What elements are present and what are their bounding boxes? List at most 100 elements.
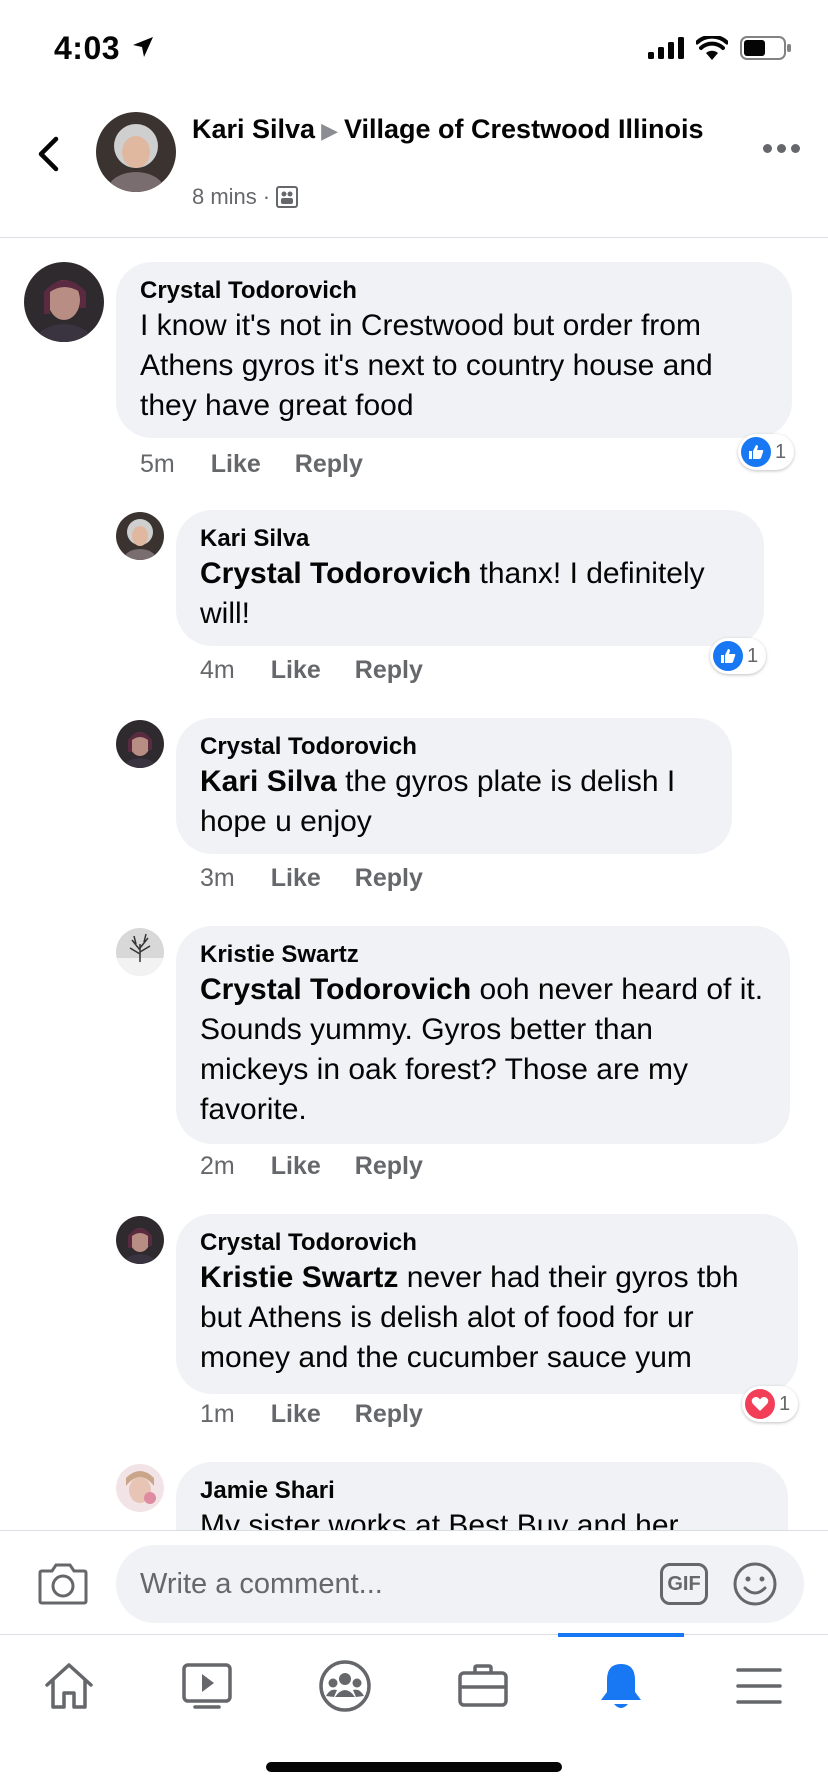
post-time[interactable]: 8 mins xyxy=(192,184,257,210)
reaction-badge[interactable]: 1 xyxy=(738,434,795,470)
comment-bubble[interactable]: Crystal Todorovich Kristie Swartz never … xyxy=(176,1214,798,1394)
author-avatar[interactable] xyxy=(96,112,176,192)
emoji-button[interactable] xyxy=(732,1561,778,1612)
reply-button[interactable]: Reply xyxy=(355,656,423,685)
like-button[interactable]: Like xyxy=(271,1400,321,1429)
reaction-count: 1 xyxy=(775,440,787,463)
emoji-icon xyxy=(733,1562,777,1606)
reply-button[interactable]: Reply xyxy=(355,864,423,893)
like-reaction-icon xyxy=(713,641,743,671)
comment-bubble[interactable]: Jamie Shari My sister works at Best Buy … xyxy=(176,1462,788,1530)
watch-icon xyxy=(182,1663,232,1709)
back-button[interactable] xyxy=(28,130,68,178)
comment-time[interactable]: 1m xyxy=(200,1400,235,1429)
cellular-signal-icon xyxy=(648,37,684,59)
reaction-count: 1 xyxy=(779,1392,791,1415)
camera-icon xyxy=(38,1563,88,1605)
tab-home[interactable] xyxy=(24,1651,114,1721)
commenter-name[interactable]: Kristie Swartz xyxy=(200,940,766,970)
like-reaction-icon xyxy=(741,437,771,467)
reaction-count: 1 xyxy=(747,644,759,667)
comment-time[interactable]: 5m xyxy=(140,450,175,479)
comment-time[interactable]: 2m xyxy=(200,1152,235,1181)
like-button[interactable]: Like xyxy=(271,864,321,893)
comment-text: Crystal Todorovich thanx! I definitely w… xyxy=(200,557,705,630)
status-icons xyxy=(648,36,792,60)
tab-groups[interactable] xyxy=(300,1651,390,1721)
comment-bubble[interactable]: Crystal Todorovich I know it's not in Cr… xyxy=(116,262,792,438)
commenter-avatar[interactable] xyxy=(116,1216,164,1264)
like-button[interactable]: Like xyxy=(271,656,321,685)
notifications-icon xyxy=(601,1664,641,1708)
post-meta: 8 mins · xyxy=(192,184,299,210)
comment-bubble[interactable]: Kari Silva Crystal Todorovich thanx! I d… xyxy=(176,510,764,646)
reply-button[interactable]: Reply xyxy=(355,1400,423,1429)
menu-icon xyxy=(736,1668,782,1704)
mention-link[interactable]: Crystal Todorovich xyxy=(200,973,471,1006)
post-title: Kari Silva ▶ Village of Crestwood Illinois xyxy=(192,112,712,148)
commenter-avatar[interactable] xyxy=(116,928,164,976)
comment-text: My sister works at Best Buy and her xyxy=(200,1509,679,1530)
more-options-button[interactable] xyxy=(763,144,800,153)
more-dot xyxy=(791,144,800,153)
comment-time[interactable]: 3m xyxy=(200,864,235,893)
wifi-icon xyxy=(696,36,728,60)
shared-to-arrow-icon: ▶ xyxy=(321,118,338,143)
comment-text: Crystal Todorovich ooh never heard of it… xyxy=(200,973,764,1126)
comment-text: I know it's not in Crestwood but order f… xyxy=(140,309,713,422)
tab-watch[interactable] xyxy=(162,1651,252,1721)
group-members-icon xyxy=(276,186,299,208)
commenter-avatar[interactable] xyxy=(116,1464,164,1512)
tab-notifications[interactable] xyxy=(576,1651,666,1721)
reply-button[interactable]: Reply xyxy=(295,450,363,479)
comment-composer: Write a comment... GIF xyxy=(0,1530,828,1634)
post-header: Kari Silva ▶ Village of Crestwood Illinois… xyxy=(0,100,828,238)
comments-list[interactable]: Crystal Todorovich I know it's not in Cr… xyxy=(0,238,828,1530)
like-button[interactable]: Like xyxy=(271,1152,321,1181)
more-dot xyxy=(777,144,786,153)
comment-actions: 5m Like Reply xyxy=(140,450,397,479)
commenter-name[interactable]: Crystal Todorovich xyxy=(200,732,708,762)
commenter-name[interactable]: Jamie Shari xyxy=(200,1476,764,1506)
bottom-tab-bar xyxy=(0,1633,828,1792)
comment-text: Kristie Swartz never had their gyros tbh… xyxy=(200,1261,739,1374)
comment-actions: 2m Like Reply xyxy=(200,1152,457,1181)
reaction-badge[interactable]: 1 xyxy=(742,1386,799,1422)
comment-actions: 3m Like Reply xyxy=(200,864,457,893)
meta-separator: · xyxy=(262,184,271,209)
camera-button[interactable] xyxy=(38,1561,88,1610)
mention-link[interactable]: Kristie Swartz xyxy=(200,1261,398,1294)
gif-button[interactable]: GIF xyxy=(660,1563,708,1605)
reply-button[interactable]: Reply xyxy=(355,1152,423,1181)
commenter-name[interactable]: Crystal Todorovich xyxy=(140,276,768,306)
commenter-avatar[interactable] xyxy=(24,262,104,342)
status-time: 4:03 xyxy=(54,30,121,66)
group-name[interactable]: Village of Crestwood Illinois xyxy=(344,114,704,144)
like-button[interactable]: Like xyxy=(211,450,261,479)
comment-bubble[interactable]: Crystal Todorovich Kari Silva the gyros … xyxy=(176,718,732,854)
reaction-badge[interactable]: 1 xyxy=(710,638,767,674)
tab-marketplace[interactable] xyxy=(438,1651,528,1721)
comment-time[interactable]: 4m xyxy=(200,656,235,685)
status-bar: 4:03 xyxy=(0,0,828,100)
commenter-name[interactable]: Crystal Todorovich xyxy=(200,1228,774,1258)
comment-bubble[interactable]: Kristie Swartz Crystal Todorovich ooh ne… xyxy=(176,926,790,1144)
location-arrow-icon xyxy=(133,37,153,57)
tab-menu[interactable] xyxy=(714,1651,804,1721)
mention-link[interactable]: Kari Silva xyxy=(200,765,337,798)
comment-actions: 1m Like Reply xyxy=(200,1400,457,1429)
commenter-name[interactable]: Kari Silva xyxy=(200,524,740,554)
more-dot xyxy=(763,144,772,153)
home-indicator[interactable] xyxy=(266,1762,562,1772)
battery-icon xyxy=(740,36,791,60)
comment-actions: 4m Like Reply xyxy=(200,656,457,685)
comment-text: Kari Silva the gyros plate is delish I h… xyxy=(200,765,676,838)
commenter-avatar[interactable] xyxy=(116,720,164,768)
mention-link[interactable]: Crystal Todorovich xyxy=(200,557,471,590)
chevron-left-icon xyxy=(38,136,59,172)
groups-icon xyxy=(319,1660,371,1712)
love-reaction-icon xyxy=(745,1389,775,1419)
home-icon xyxy=(45,1663,93,1709)
author-name[interactable]: Kari Silva xyxy=(192,114,315,144)
commenter-avatar[interactable] xyxy=(116,512,164,560)
